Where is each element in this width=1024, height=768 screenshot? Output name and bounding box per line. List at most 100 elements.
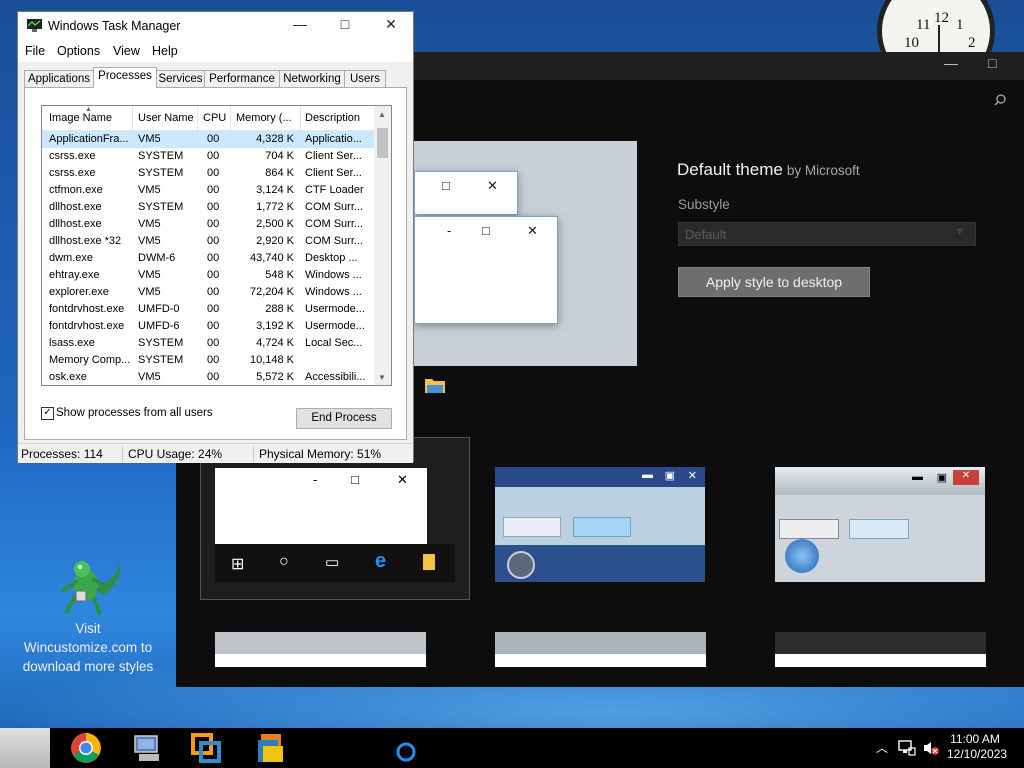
task-manager-titlebar[interactable]: Windows Task Manager — □ ✕ <box>18 12 413 40</box>
cell-description: Applicatio... <box>305 133 362 145</box>
menu-view[interactable]: View <box>113 44 140 58</box>
table-row[interactable]: lsass.exe SYSTEM 00 4,724 K Local Sec... <box>42 335 376 352</box>
maximize-button[interactable]: □ <box>330 16 360 36</box>
promo-text[interactable]: Visit Wincustomize.com to download more … <box>0 619 176 676</box>
table-row[interactable]: fontdrvhost.exe UMFD-6 00 3,192 K Usermode..… <box>42 318 376 335</box>
chrome-icon[interactable] <box>70 732 102 764</box>
volume-muted-icon[interactable] <box>922 740 940 756</box>
tab-performance[interactable]: Performance <box>204 70 280 87</box>
substyle-select[interactable]: Default ▼ <box>678 222 976 246</box>
table-row[interactable]: fontdrvhost.exe UMFD-0 00 288 K Usermode... <box>42 301 376 318</box>
cell-description: Client Ser... <box>305 150 362 162</box>
chevron-up-icon[interactable]: ︿ <box>876 739 888 756</box>
start-button[interactable] <box>0 728 50 768</box>
clock-date: 12/10/2023 <box>947 747 1008 761</box>
tab-services[interactable]: Services <box>156 70 205 87</box>
scroll-down-icon[interactable]: ▼ <box>378 373 386 382</box>
apply-style-button[interactable]: Apply style to desktop <box>678 267 870 297</box>
cell-cpu: 00 <box>207 371 220 383</box>
maximize-icon: ▣ <box>664 470 675 482</box>
cortana-icon[interactable] <box>390 732 422 764</box>
cell-user-name: VM5 <box>138 286 161 298</box>
cell-image-name: fontdrvhost.exe <box>49 320 125 332</box>
tab-applications[interactable]: Applications <box>24 70 94 87</box>
checkbox-checked-icon[interactable]: ✓ <box>41 407 54 420</box>
style-thumbnail-row2-3[interactable] <box>775 632 986 667</box>
cell-memory: 2,500 K <box>256 218 294 230</box>
cell-image-name: ctfmon.exe <box>49 184 103 196</box>
file-explorer-icon[interactable] <box>255 732 287 764</box>
windows-logo-icon: ⊞ <box>231 556 245 573</box>
style-thumbnail-row2-1[interactable] <box>215 632 426 667</box>
column-divider[interactable] <box>300 106 301 130</box>
vertical-scrollbar[interactable]: ▲ ▼ <box>374 106 391 385</box>
cell-memory: 10,148 K <box>249 354 294 366</box>
cell-image-name: lsass.exe <box>49 337 95 349</box>
column-divider[interactable] <box>197 106 198 130</box>
cell-description: Usermode... <box>305 303 365 315</box>
vmware-icon[interactable] <box>190 732 222 764</box>
maximize-button[interactable]: □ <box>988 55 996 71</box>
thumb-titlebar: ▬ ▣ ✕ <box>775 467 985 495</box>
tab-processes[interactable]: Processes <box>93 67 157 88</box>
menu-file[interactable]: File <box>25 44 45 58</box>
search-icon[interactable] <box>994 94 1006 106</box>
process-list[interactable]: ▲ Image Name User Name CPU Memory (... D… <box>41 105 392 386</box>
column-memory[interactable]: Memory (... <box>236 112 292 124</box>
cell-memory: 288 K <box>265 303 294 315</box>
column-divider[interactable] <box>230 106 231 130</box>
table-row[interactable]: csrss.exe SYSTEM 00 704 K Client Ser... <box>42 148 376 165</box>
wincustomize-gecko-logo[interactable] <box>56 555 128 619</box>
column-image-name[interactable]: Image Name <box>49 112 112 124</box>
theme-title: Default theme by Microsoft <box>677 160 860 180</box>
end-process-button[interactable]: End Process <box>296 408 392 429</box>
style-thumbnail-aero7[interactable]: ▬ ▣ ✕ <box>775 467 985 582</box>
cell-cpu: 00 <box>207 167 220 179</box>
column-user-name[interactable]: User Name <box>138 112 194 124</box>
thumb-titlebar <box>775 632 986 654</box>
tab-networking[interactable]: Networking <box>279 70 345 87</box>
table-row[interactable]: ctfmon.exe VM5 00 3,124 K CTF Loader <box>42 182 376 199</box>
cell-memory: 864 K <box>265 167 294 179</box>
table-row[interactable]: csrss.exe SYSTEM 00 864 K Client Ser... <box>42 165 376 182</box>
cell-image-name: csrss.exe <box>49 150 96 162</box>
folder-icon[interactable] <box>424 376 446 394</box>
table-row[interactable]: dwm.exe DWM-6 00 43,740 K Desktop ... <box>42 250 376 267</box>
table-row[interactable]: ApplicationFra... VM5 00 4,328 K Applicatio.… <box>42 131 376 148</box>
thumb-window: - □ ✕ <box>215 468 427 548</box>
menu-options[interactable]: Options <box>57 44 100 58</box>
close-button[interactable]: ✕ <box>376 16 406 36</box>
table-row[interactable]: osk.exe VM5 00 5,572 K Accessibili... <box>42 369 376 385</box>
minimize-button[interactable]: — <box>285 16 315 36</box>
system-clock[interactable]: 11:00 AM 12/10/2023 <box>947 732 1008 762</box>
cell-user-name: SYSTEM <box>138 337 184 349</box>
style-thumbnail-basic[interactable]: ▬ ▣ ✕ <box>495 467 705 582</box>
scroll-up-icon[interactable]: ▲ <box>378 110 386 119</box>
tab-users[interactable]: Users <box>344 70 386 87</box>
cell-user-name: DWM-6 <box>138 252 176 264</box>
table-row[interactable]: dllhost.exe VM5 00 2,500 K COM Surr... <box>42 216 376 233</box>
table-row[interactable]: Memory Comp... SYSTEM 00 10,148 K <box>42 352 376 369</box>
network-computer-icon[interactable] <box>131 732 163 764</box>
edge-icon: e <box>375 550 387 572</box>
scroll-thumb[interactable] <box>377 128 388 158</box>
cell-image-name: dwm.exe <box>49 252 94 264</box>
cell-memory: 548 K <box>265 269 294 281</box>
menu-help[interactable]: Help <box>152 44 178 58</box>
table-row[interactable]: explorer.exe VM5 00 72,204 K Windows ... <box>42 284 376 301</box>
cell-user-name: SYSTEM <box>138 201 184 213</box>
clock-number: 2 <box>968 35 976 51</box>
table-row[interactable]: ehtray.exe VM5 00 548 K Windows ... <box>42 267 376 284</box>
table-row[interactable]: dllhost.exe *32 VM5 00 2,920 K COM Surr... <box>42 233 376 250</box>
cell-image-name: ehtray.exe <box>49 269 100 281</box>
minimize-button[interactable]: — <box>944 55 958 71</box>
clock-number: 1 <box>956 17 964 33</box>
column-divider[interactable] <box>132 106 133 130</box>
table-row[interactable]: dllhost.exe SYSTEM 00 1,772 K COM Surr... <box>42 199 376 216</box>
column-cpu[interactable]: CPU <box>203 112 226 124</box>
network-status-icon[interactable] <box>898 740 916 756</box>
cell-user-name: VM5 <box>138 235 161 247</box>
column-description[interactable]: Description <box>305 112 360 124</box>
style-thumbnail-row2-2[interactable] <box>495 632 706 667</box>
close-icon: ✕ <box>527 223 538 238</box>
